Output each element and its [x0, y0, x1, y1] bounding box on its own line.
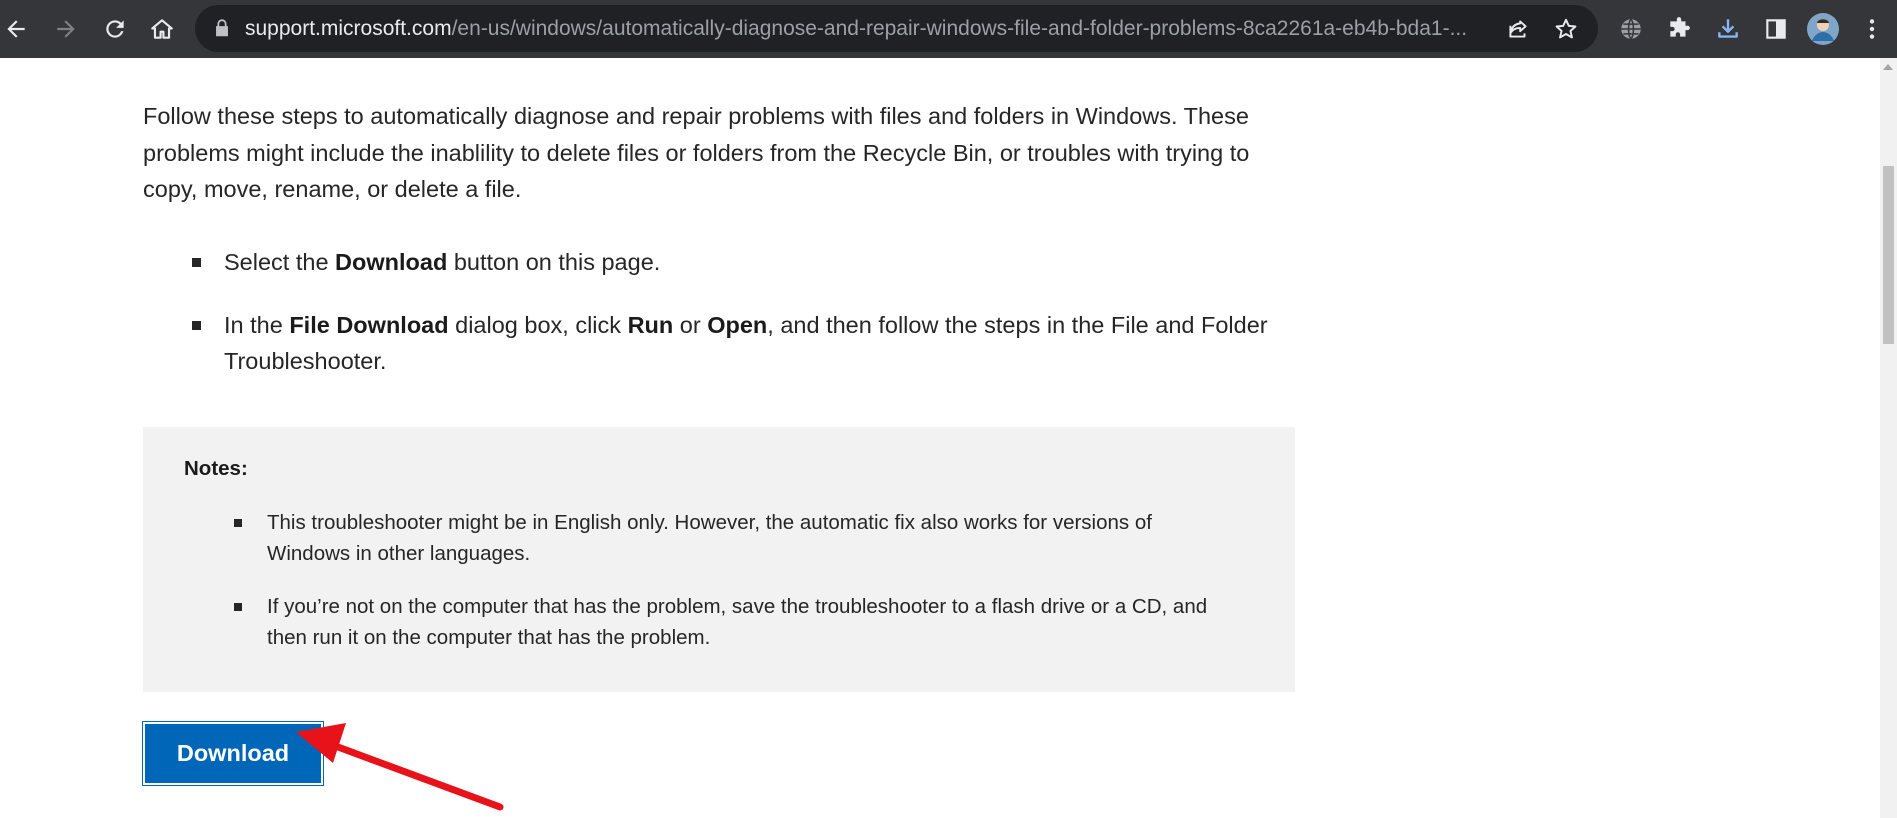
notes-list: This troubleshooter might be in English … — [184, 507, 1224, 653]
scroll-thumb[interactable] — [1883, 166, 1894, 344]
browser-toolbar: support.microsoft.com/en-us/windows/auto… — [0, 0, 1897, 58]
list-item: In the File Download dialog box, click R… — [143, 307, 1303, 379]
step-text: Select the — [224, 249, 336, 275]
download-button[interactable]: Download — [143, 722, 323, 785]
list-item: Select the Download button on this page. — [143, 244, 1303, 307]
list-item: This troubleshooter might be in English … — [184, 507, 1224, 591]
step-text: or — [673, 312, 708, 338]
step-emphasis: Download — [335, 249, 448, 275]
step-emphasis: Run — [627, 312, 674, 338]
steps-list: Select the Download button on this page.… — [143, 244, 1303, 379]
reload-icon[interactable] — [95, 9, 135, 49]
side-panel-icon[interactable] — [1756, 9, 1796, 49]
url-host: support.microsoft.com — [245, 17, 452, 40]
lock-icon[interactable] — [211, 17, 233, 39]
intro-paragraph: Follow these steps to automatically diag… — [143, 103, 1250, 202]
url-text[interactable]: support.microsoft.com/en-us/windows/auto… — [245, 5, 1485, 52]
address-bar[interactable]: support.microsoft.com/en-us/windows/auto… — [195, 5, 1598, 52]
avatar[interactable] — [1803, 9, 1843, 49]
url-path: /en-us/windows/automatically-diagnose-an… — [451, 17, 1468, 40]
step-emphasis: Open — [707, 312, 768, 338]
share-icon[interactable] — [1503, 14, 1533, 44]
back-icon[interactable] — [0, 9, 36, 49]
scrollbar[interactable] — [1880, 58, 1897, 818]
forward-icon[interactable] — [46, 9, 86, 49]
menu-icon[interactable] — [1852, 9, 1892, 49]
step-text: dialog box, click — [448, 312, 628, 338]
step-text: In the — [224, 312, 290, 338]
page-content: Follow these steps to automatically diag… — [0, 58, 1880, 818]
list-item: If you’re not on the computer that has t… — [184, 591, 1224, 653]
step-emphasis: File Download — [289, 312, 449, 338]
step-text: button on this page. — [447, 249, 661, 275]
scroll-up-icon[interactable] — [1883, 64, 1893, 70]
notes-title: Notes: — [184, 457, 248, 480]
star-icon[interactable] — [1551, 14, 1581, 44]
extensions-icon[interactable] — [1659, 9, 1699, 49]
download-icon[interactable] — [1708, 9, 1748, 49]
notes-box: Notes: This troubleshooter might be in E… — [143, 427, 1295, 692]
home-icon[interactable] — [142, 9, 182, 49]
globe-icon[interactable] — [1611, 9, 1651, 49]
